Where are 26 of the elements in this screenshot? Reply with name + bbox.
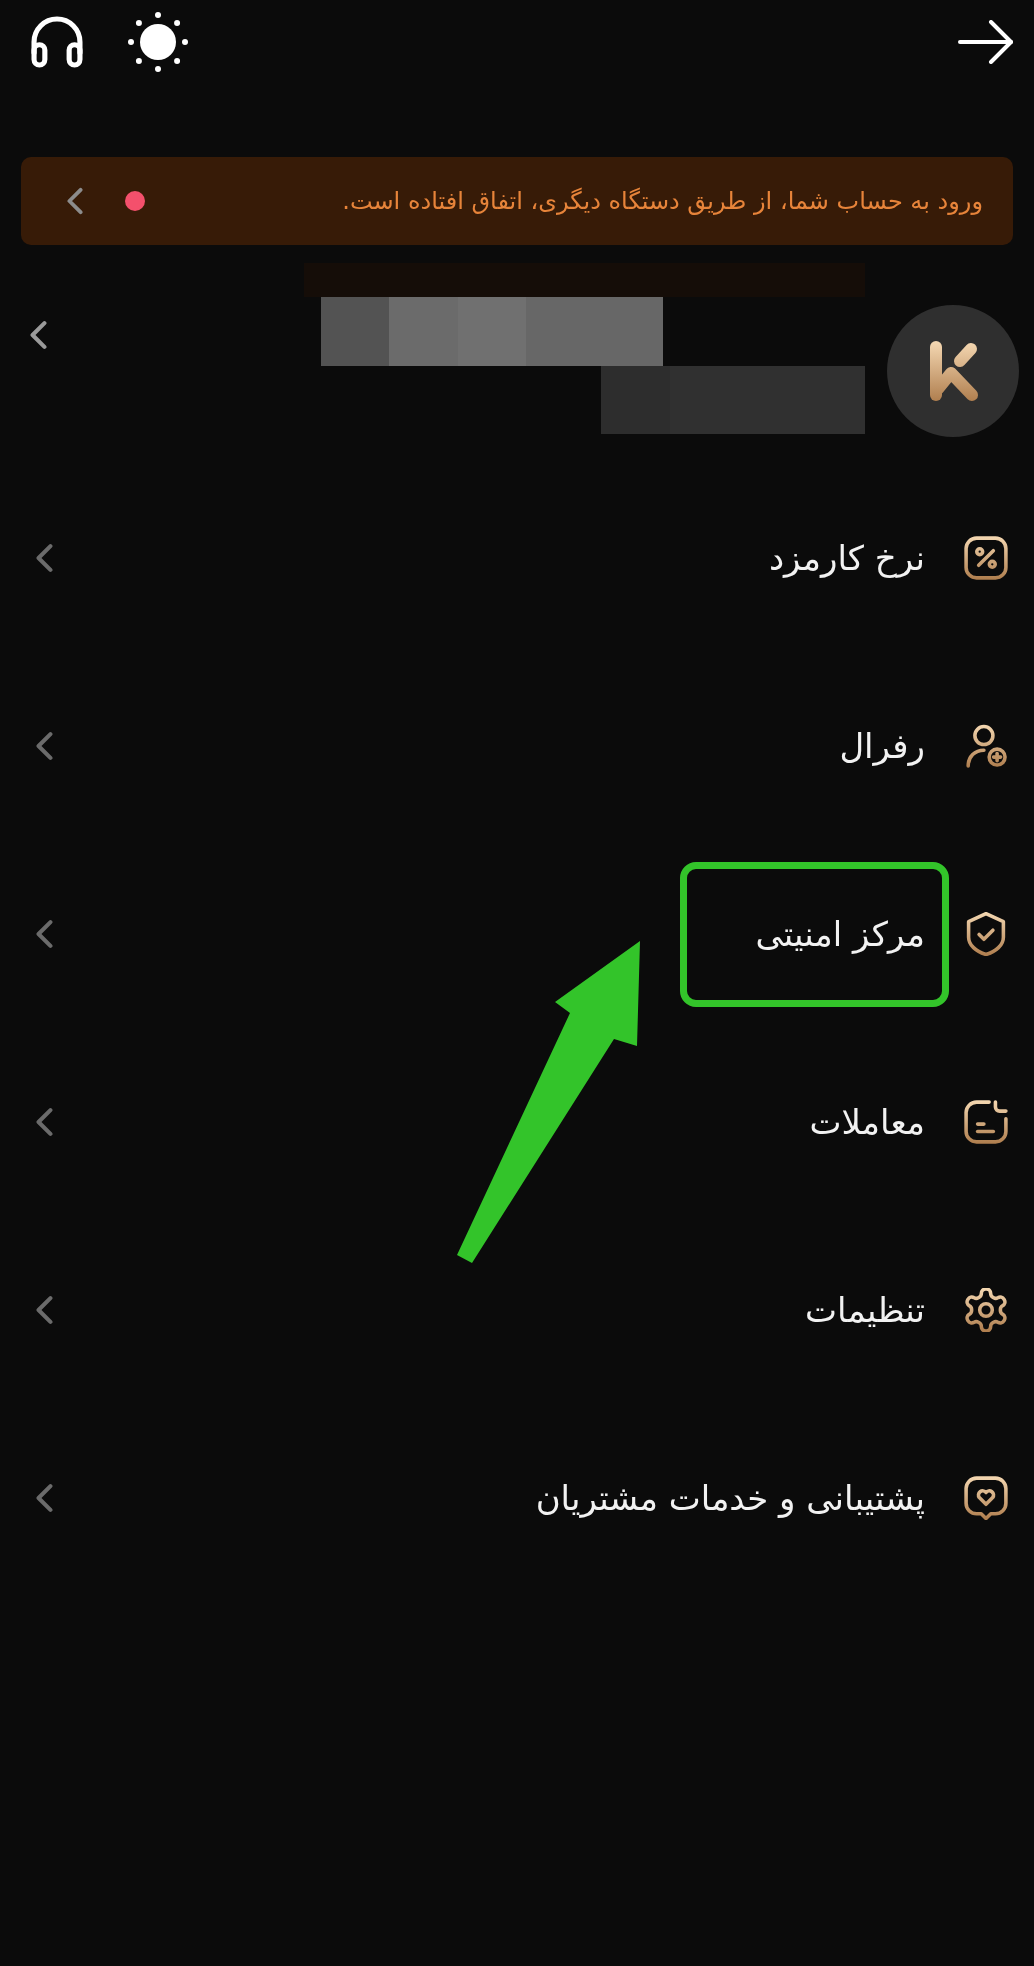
percent-icon: [964, 536, 1008, 580]
banner-message: ورود به حساب شما، از طریق دستگاه دیگری، اتفاق افتاده است.: [342, 187, 983, 215]
notification-banner[interactable]: ورود به حساب شما، از طریق دستگاه دیگری، اتفاق افتاده است.: [21, 157, 1013, 245]
chevron-left-icon[interactable]: [36, 543, 53, 573]
menu-item-label[interactable]: تنظیمات: [805, 1290, 925, 1330]
chevron-left-icon[interactable]: [30, 320, 47, 350]
settings-icon: [964, 1288, 1008, 1332]
logo-icon: [887, 305, 1019, 437]
document-icon: [964, 1100, 1008, 1144]
chevron-left-icon[interactable]: [36, 731, 53, 761]
menu-item-label[interactable]: مرکز امنیتی: [755, 914, 925, 954]
chevron-left-icon[interactable]: [36, 1483, 53, 1513]
sun-icon[interactable]: [127, 11, 189, 73]
shield-check-icon: [964, 912, 1008, 956]
chevron-left-icon[interactable]: [67, 187, 83, 215]
chevron-left-icon[interactable]: [36, 1107, 53, 1137]
menu-item-label[interactable]: معاملات: [809, 1102, 925, 1142]
menu-item-label[interactable]: رفرال: [839, 726, 925, 766]
headphones-icon[interactable]: [30, 15, 84, 69]
chevron-left-icon[interactable]: [36, 1295, 53, 1325]
arrow-right-icon[interactable]: [958, 20, 1014, 64]
chevron-left-icon[interactable]: [36, 919, 53, 949]
user-plus-icon: [964, 724, 1008, 768]
heart-chat-icon: [964, 1476, 1008, 1520]
menu-item-label[interactable]: پشتیبانی و خدمات مشتریان: [535, 1478, 925, 1518]
menu-item-label[interactable]: نرخ کارمزد: [768, 538, 925, 578]
